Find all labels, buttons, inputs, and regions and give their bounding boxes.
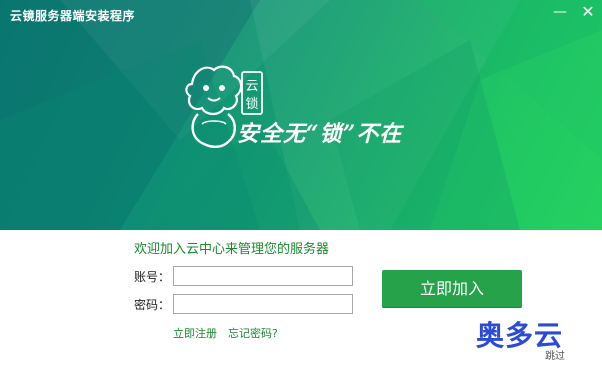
logo-seal-char-2: 锁: [245, 96, 258, 112]
logo-seal-char-1: 云: [245, 79, 258, 94]
header-banner: 云镜服务器端安装程序 — ✕ 云 锁 安全无“锁”不在: [0, 0, 602, 230]
minimize-button[interactable]: —: [546, 0, 574, 26]
register-link[interactable]: 立即注册: [173, 325, 217, 341]
account-label: 账号：: [134, 270, 171, 284]
login-form: 欢迎加入云中心来管理您的服务器 账号： 密码： 立即注册 忘记密码? 立即加入 …: [0, 230, 602, 371]
installer-window: 云镜服务器端安装程序 — ✕ 云 锁 安全无“锁”不在 欢迎加入云中心来管理您的…: [0, 0, 602, 371]
welcome-text: 欢迎加入云中心来管理您的服务器: [134, 242, 330, 257]
window-title: 云镜服务器端安装程序: [10, 9, 136, 23]
close-button[interactable]: ✕: [574, 0, 602, 26]
password-input[interactable]: [173, 294, 353, 314]
slogan: 安全无“锁”不在: [237, 121, 403, 147]
account-input[interactable]: [173, 266, 353, 286]
skip-link[interactable]: 跳过: [545, 347, 565, 362]
forgot-password-link[interactable]: 忘记密码?: [228, 325, 278, 341]
password-label: 密码：: [134, 298, 171, 312]
join-button[interactable]: 立即加入: [382, 270, 522, 308]
